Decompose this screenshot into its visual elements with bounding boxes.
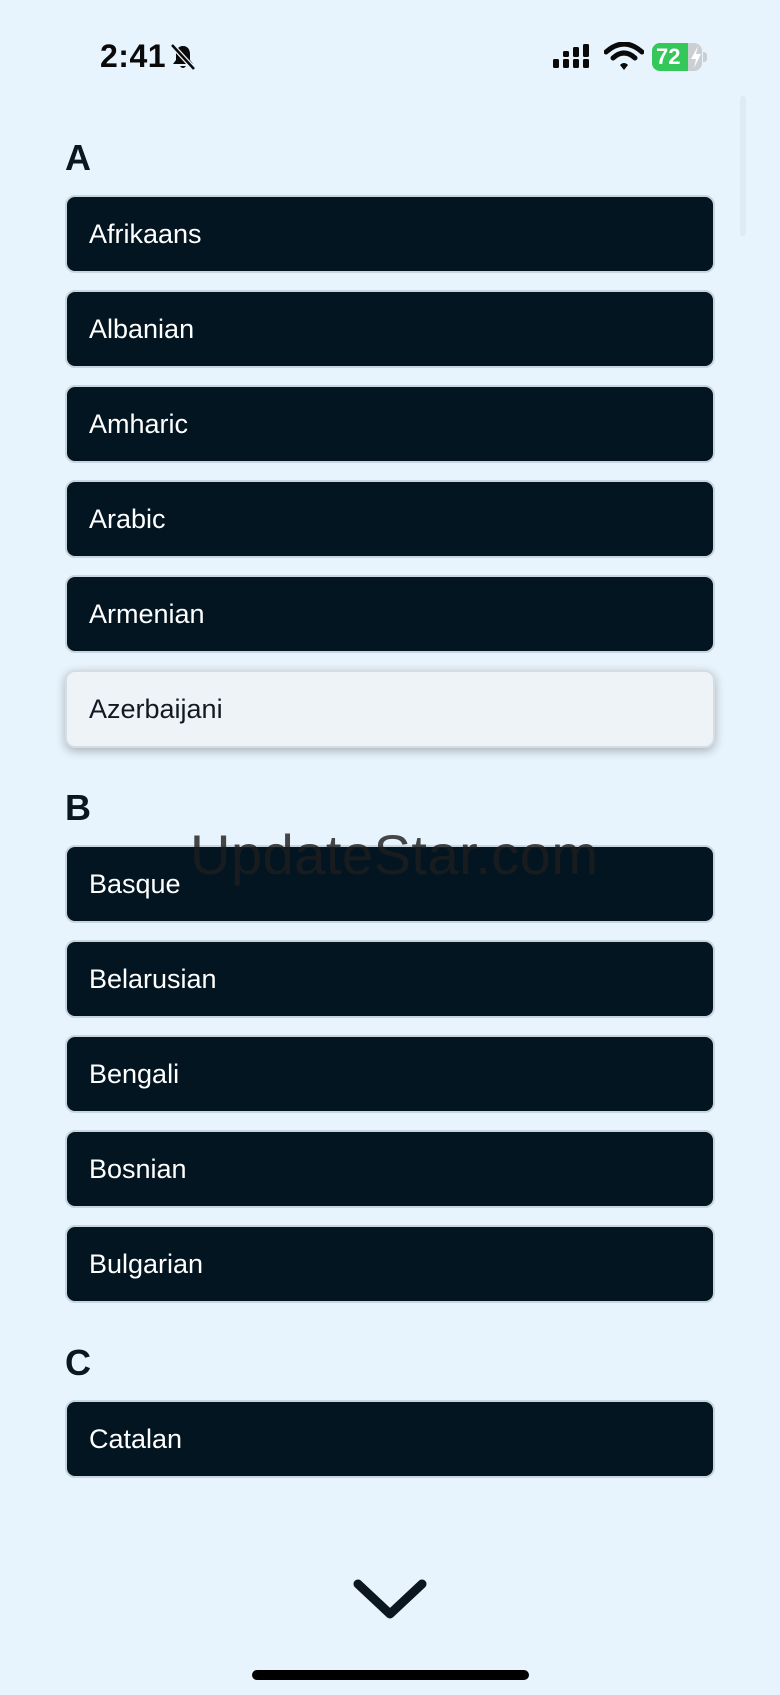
language-item-arabic[interactable]: Arabic	[65, 480, 715, 558]
status-bar: 2:41 72	[0, 0, 780, 110]
scroll-down-button[interactable]	[350, 1570, 430, 1630]
language-item-basque[interactable]: Basque	[65, 845, 715, 923]
language-item-bosnian[interactable]: Bosnian	[65, 1130, 715, 1208]
language-item-azerbaijani[interactable]: Azerbaijani	[65, 670, 715, 748]
home-indicator[interactable]	[252, 1670, 529, 1680]
wifi-icon	[603, 41, 645, 72]
section-header-c: C	[65, 1342, 91, 1383]
language-list: A Afrikaans Albanian Amharic Arabic Arme…	[65, 120, 715, 1495]
section-header-a: A	[65, 137, 91, 178]
status-time: 2:41	[100, 38, 167, 74]
language-item-albanian[interactable]: Albanian	[65, 290, 715, 368]
battery-charging-icon: 72	[652, 43, 708, 71]
chevron-down-icon	[353, 1579, 427, 1619]
language-item-bulgarian[interactable]: Bulgarian	[65, 1225, 715, 1303]
section-c: C Catalan	[65, 1340, 715, 1478]
scroll-indicator[interactable]	[740, 96, 746, 236]
section-header-b: B	[65, 787, 91, 828]
language-item-amharic[interactable]: Amharic	[65, 385, 715, 463]
battery-level: 72	[656, 44, 681, 69]
language-item-afrikaans[interactable]: Afrikaans	[65, 195, 715, 273]
language-item-belarusian[interactable]: Belarusian	[65, 940, 715, 1018]
language-item-armenian[interactable]: Armenian	[65, 575, 715, 653]
language-item-bengali[interactable]: Bengali	[65, 1035, 715, 1113]
section-b: B Basque Belarusian Bengali Bosnian Bulg…	[65, 785, 715, 1303]
cellular-signal-icon	[553, 44, 593, 70]
language-item-catalan[interactable]: Catalan	[65, 1400, 715, 1478]
section-a: A Afrikaans Albanian Amharic Arabic Arme…	[65, 135, 715, 748]
bell-slash-icon	[168, 42, 198, 72]
